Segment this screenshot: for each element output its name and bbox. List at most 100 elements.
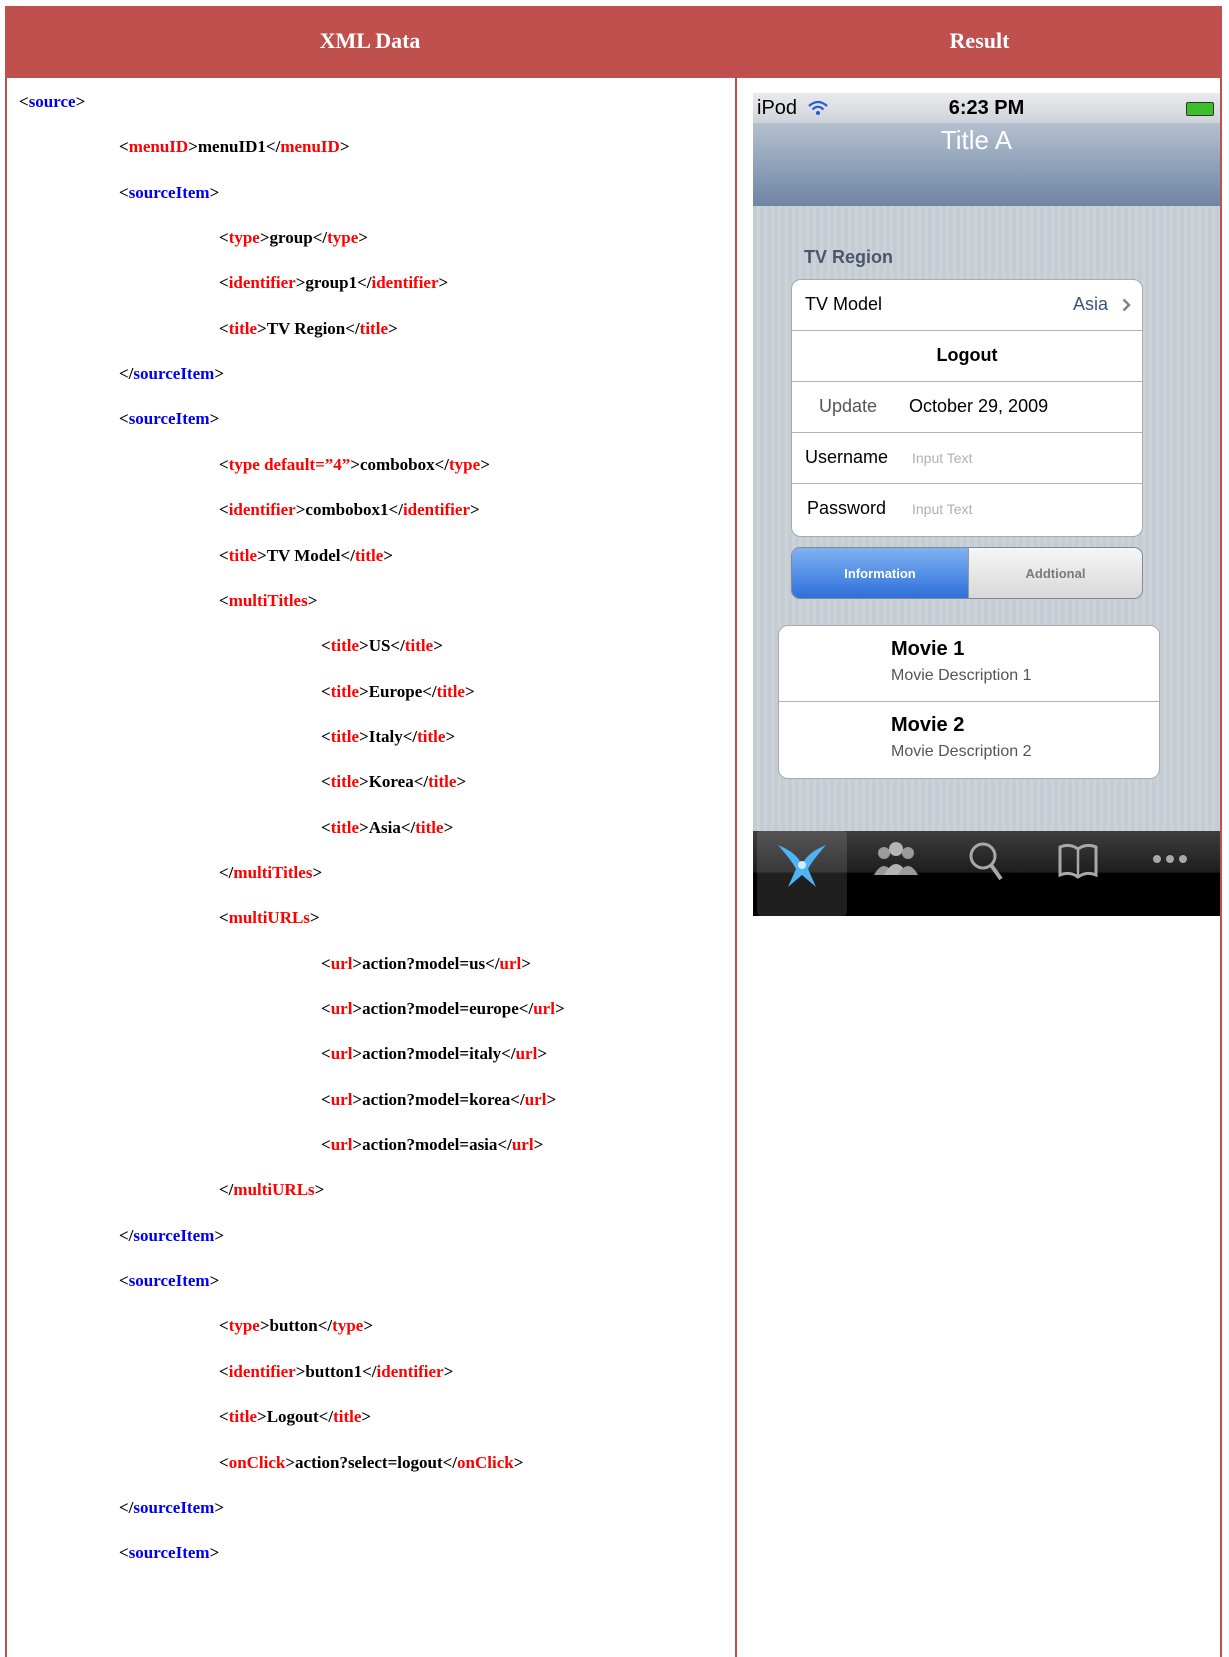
xml-line: <title>TV Region</title>	[219, 319, 398, 339]
tab-contacts[interactable]	[849, 831, 939, 916]
xml-text: >	[443, 1361, 454, 1381]
tv-model-cell[interactable]: TV Model Asia	[792, 280, 1142, 331]
xml-line: <identifier>combobox1</identifier>	[219, 500, 480, 520]
xml-tag-name: type	[228, 228, 260, 248]
xml-line: <source>	[19, 92, 85, 112]
xml-tag-name: title	[354, 545, 384, 565]
bookmarks-icon	[1058, 843, 1098, 879]
xml-line: <sourceItem>	[119, 409, 219, 429]
xml-text: <	[321, 1135, 331, 1155]
xml-tag-name: sourceItem	[133, 1225, 215, 1245]
xml-text: <	[321, 999, 331, 1018]
chevron-right-icon	[1122, 298, 1131, 312]
xml-tag-name: title	[330, 817, 360, 837]
xml-tag-name: title	[228, 318, 258, 338]
xml-tag-name: sourceItem	[128, 1543, 210, 1563]
xml-line: </multiURLs>	[219, 1180, 324, 1200]
xml-line: <menuID>menuID1</menuID>	[119, 137, 350, 157]
xml-tag-name: url	[330, 1089, 353, 1109]
xml-text: >	[358, 228, 368, 248]
xml-text: >action?model=europe</	[352, 999, 534, 1018]
xml-tag-name: identifier	[376, 1361, 444, 1381]
xml-tag-name: title	[359, 318, 388, 338]
xml-tag-name: type	[228, 1316, 260, 1336]
segment-information[interactable]: Information	[792, 548, 968, 598]
list-item[interactable]: Movie 1 Movie Description 1	[779, 626, 1159, 702]
xml-text: >	[75, 92, 86, 111]
xml-tag-name: type	[449, 454, 481, 474]
xml-text: <	[219, 1361, 229, 1381]
xml-tag-name: onClick	[228, 1452, 286, 1472]
xml-text: >	[209, 182, 220, 202]
password-label: Password	[807, 498, 887, 518]
tab-bookmarks[interactable]	[1033, 831, 1123, 916]
xml-text: >action?model=korea</	[352, 1089, 525, 1109]
xml-tag-name: title	[417, 726, 446, 746]
xml-text: >TV Model</	[257, 545, 355, 565]
xml-line: <url>action?model=korea</url>	[321, 1090, 556, 1110]
xml-text: >	[445, 726, 456, 746]
tab-more[interactable]	[1125, 831, 1215, 916]
featured-icon	[778, 845, 826, 887]
xml-text: >action?model=asia</	[352, 1135, 512, 1155]
xml-tag-name: url	[330, 1135, 353, 1155]
xml-text: </	[119, 1497, 134, 1517]
xml-text: >	[480, 454, 490, 474]
password-field[interactable]: Input Text	[912, 501, 972, 517]
xml-text: <	[321, 772, 331, 792]
xml-text: <	[219, 273, 229, 293]
username-field[interactable]: Input Text	[912, 450, 972, 466]
segmented-control: Information Addtional	[791, 547, 1143, 599]
xml-tag-name: type	[327, 228, 359, 248]
more-icon	[1153, 855, 1187, 863]
xml-text: >	[339, 137, 350, 157]
settings-group: TV Model Asia Logout Update October 29, …	[791, 279, 1143, 537]
xml-text: >	[388, 318, 398, 338]
xml-tag-name: title	[428, 772, 457, 792]
xml-text: <	[219, 228, 229, 248]
xml-text: >group</	[259, 228, 328, 248]
xml-line: <title>Italy</title>	[321, 727, 455, 747]
xml-tag-name: title	[330, 681, 360, 701]
xml-line: <type>button</type>	[219, 1316, 373, 1336]
movie-list: Movie 1 Movie Description 1 Movie 2 Movi…	[778, 625, 1160, 779]
xml-tag-name: title	[330, 726, 360, 746]
header-xml-data: XML Data	[5, 6, 735, 76]
xml-line: </sourceItem>	[119, 364, 224, 384]
grouped-table-view: TV Region TV Model Asia Logout Update Oc…	[753, 206, 1220, 878]
xml-text: >	[214, 1497, 224, 1517]
xml-tag-name: menuID	[280, 137, 340, 157]
table-divider	[735, 6, 737, 1657]
xml-text: <	[119, 137, 129, 157]
xml-tag-name: title	[333, 1407, 362, 1427]
xml-tag-name: multiTitles	[228, 590, 308, 610]
xml-line: <url>action?model=us</url>	[321, 954, 531, 974]
xml-text: >	[438, 273, 449, 293]
list-item[interactable]: Movie 2 Movie Description 2	[779, 702, 1159, 778]
xml-text: <	[321, 726, 331, 746]
movie-title: Movie 2	[891, 714, 965, 736]
xml-tag-name: identifier	[371, 273, 439, 293]
xml-line: <type>group</type>	[219, 228, 368, 248]
tab-search[interactable]	[941, 831, 1031, 916]
xml-text: >	[209, 1543, 220, 1563]
xml-tag-name: url	[515, 1044, 538, 1064]
header-underline	[5, 76, 1222, 78]
xml-text: >	[383, 545, 393, 565]
xml-text: <	[119, 1271, 129, 1291]
xml-tag-name: type default=”4”	[228, 454, 351, 474]
xml-text: <	[321, 681, 331, 701]
segment-additional[interactable]: Addtional	[968, 548, 1142, 598]
xml-text: >Logout</	[257, 1407, 334, 1427]
tab-featured[interactable]	[757, 831, 847, 916]
logout-button[interactable]: Logout	[792, 331, 1142, 382]
xml-text: <	[219, 1316, 229, 1336]
contacts-icon	[874, 842, 918, 875]
username-label: Username	[805, 447, 889, 467]
xml-text: <	[119, 409, 129, 429]
xml-text: >	[307, 590, 318, 610]
iphone-screen: iPod 6:23 PM Title A TV Region TV Model …	[753, 93, 1220, 970]
xml-text: <	[219, 908, 229, 928]
xml-tag-name: sourceItem	[128, 1271, 210, 1291]
xml-line: <type default=”4”>combobox</type>	[219, 455, 490, 475]
